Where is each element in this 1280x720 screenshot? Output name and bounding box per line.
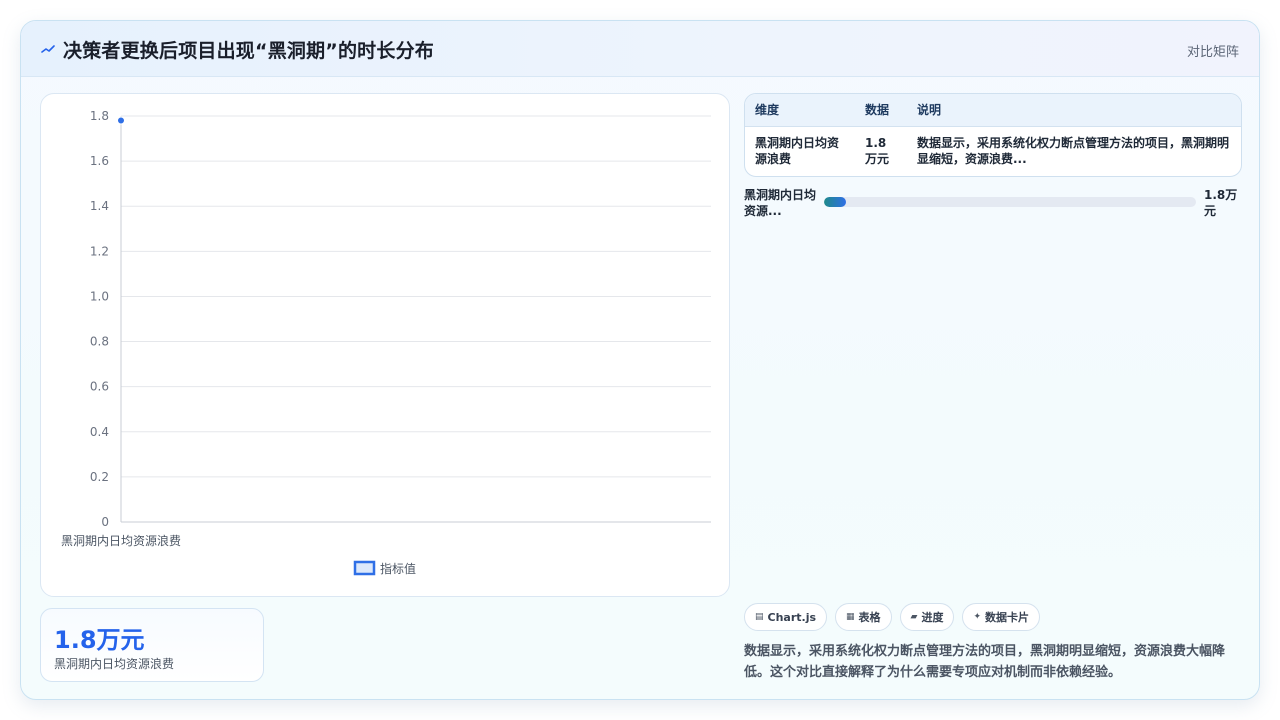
table-cell: 1.8万元 <box>865 135 890 166</box>
tag-list: ▤ Chart.js ▦ 表格 ▰ 进度 ✦ 数据卡片 <box>744 603 1041 631</box>
y-tick-label: 1.6 <box>90 154 109 168</box>
progress-label: 黑洞期内日均资源... <box>744 188 817 218</box>
table-icon: ▦ <box>846 612 855 622</box>
tag-progress[interactable]: ▰ 进度 <box>899 603 955 631</box>
table-cell: 黑洞期内日均资源浪费 <box>755 135 840 166</box>
progress-fill <box>824 197 847 207</box>
column-header: 数据 <box>855 94 907 127</box>
tag-label: 表格 <box>858 611 881 624</box>
chart-panel: 1.8 1.6 1.4 1.2 1.0 0.8 0.6 0.4 0.2 0 黑洞期内日均资源浪费指标… <box>40 93 730 597</box>
kpi-card: 1.8万元 黑洞期内日均资源浪费 <box>40 608 264 682</box>
table-header-row: 维度 数据 说明 <box>745 94 1241 127</box>
progress-track <box>824 197 1196 207</box>
tag-table[interactable]: ▦ 表格 <box>835 603 892 631</box>
report-card: 决策者更换后项目出现“黑洞期”的时长分布 对比矩阵 1.8 1.6 1.4 1.2 1.… <box>20 20 1260 700</box>
tag-label: 数据卡片 <box>985 611 1030 624</box>
column-header: 维度 <box>745 94 855 127</box>
y-tick-label: 0.2 <box>90 470 109 484</box>
table-row: 黑洞期内日均资源浪费 1.8万元 数据显示，采用系统化权力断点管理方法的项目，黑… <box>745 126 1241 167</box>
y-tick-label: 0.6 <box>90 380 109 394</box>
table-cell: 数据显示，采用系统化权力断点管理方法的项目，黑洞期明显缩短，资源浪费... <box>917 135 1230 166</box>
y-tick-label: 1.4 <box>90 199 109 213</box>
y-tick-label: 1.8 <box>90 109 109 123</box>
progress-value: 1.8万元 <box>1204 188 1238 218</box>
legend-swatch <box>353 560 376 576</box>
tag-data-card[interactable]: ✦ 数据卡片 <box>962 603 1041 631</box>
column-header: 说明 <box>907 94 1241 127</box>
line-chart: 1.8 1.6 1.4 1.2 1.0 0.8 0.6 0.4 0.2 0 黑洞期内日均资源浪费指标… <box>61 109 711 576</box>
chart-icon: ▤ <box>755 612 764 622</box>
legend-label: 指标值 <box>380 561 416 576</box>
tag-label: 进度 <box>921 611 944 624</box>
progress-row: 黑洞期内日均资源... 1.8万元 <box>744 187 1242 223</box>
y-tick-label: 0.4 <box>90 425 109 439</box>
progress-icon: ▰ <box>910 612 918 622</box>
kpi-label: 黑洞期内日均资源浪费 <box>54 657 175 671</box>
data-point <box>117 116 125 125</box>
tag-chartjs[interactable]: ▤ Chart.js <box>744 603 828 631</box>
description-text: 数据显示，采用系统化权力断点管理方法的项目，黑洞期明显缩短，资源浪费大幅降低。这… <box>744 644 1226 680</box>
data-table: 维度 数据 说明 黑洞期内日均资源浪费 1.8万元 数据显示，采用系统化权力断点… <box>744 93 1242 177</box>
y-tick-label: 1.2 <box>90 244 109 258</box>
trend-icon <box>41 45 55 53</box>
view-toggle-label[interactable]: 对比矩阵 <box>1187 41 1239 60</box>
page-title: 决策者更换后项目出现“黑洞期”的时长分布 <box>63 40 434 62</box>
card-icon: ✦ <box>973 612 982 622</box>
kpi-value: 1.8万元 <box>54 626 145 654</box>
tag-label: Chart.js <box>767 610 817 624</box>
y-tick-label: 0 <box>101 515 109 529</box>
card-header: 决策者更换后项目出现“黑洞期”的时长分布 对比矩阵 <box>21 21 1259 77</box>
x-tick-label: 黑洞期内日均资源浪费 <box>61 533 181 548</box>
y-tick-label: 0.8 <box>90 335 109 349</box>
y-tick-label: 1.0 <box>90 289 109 303</box>
